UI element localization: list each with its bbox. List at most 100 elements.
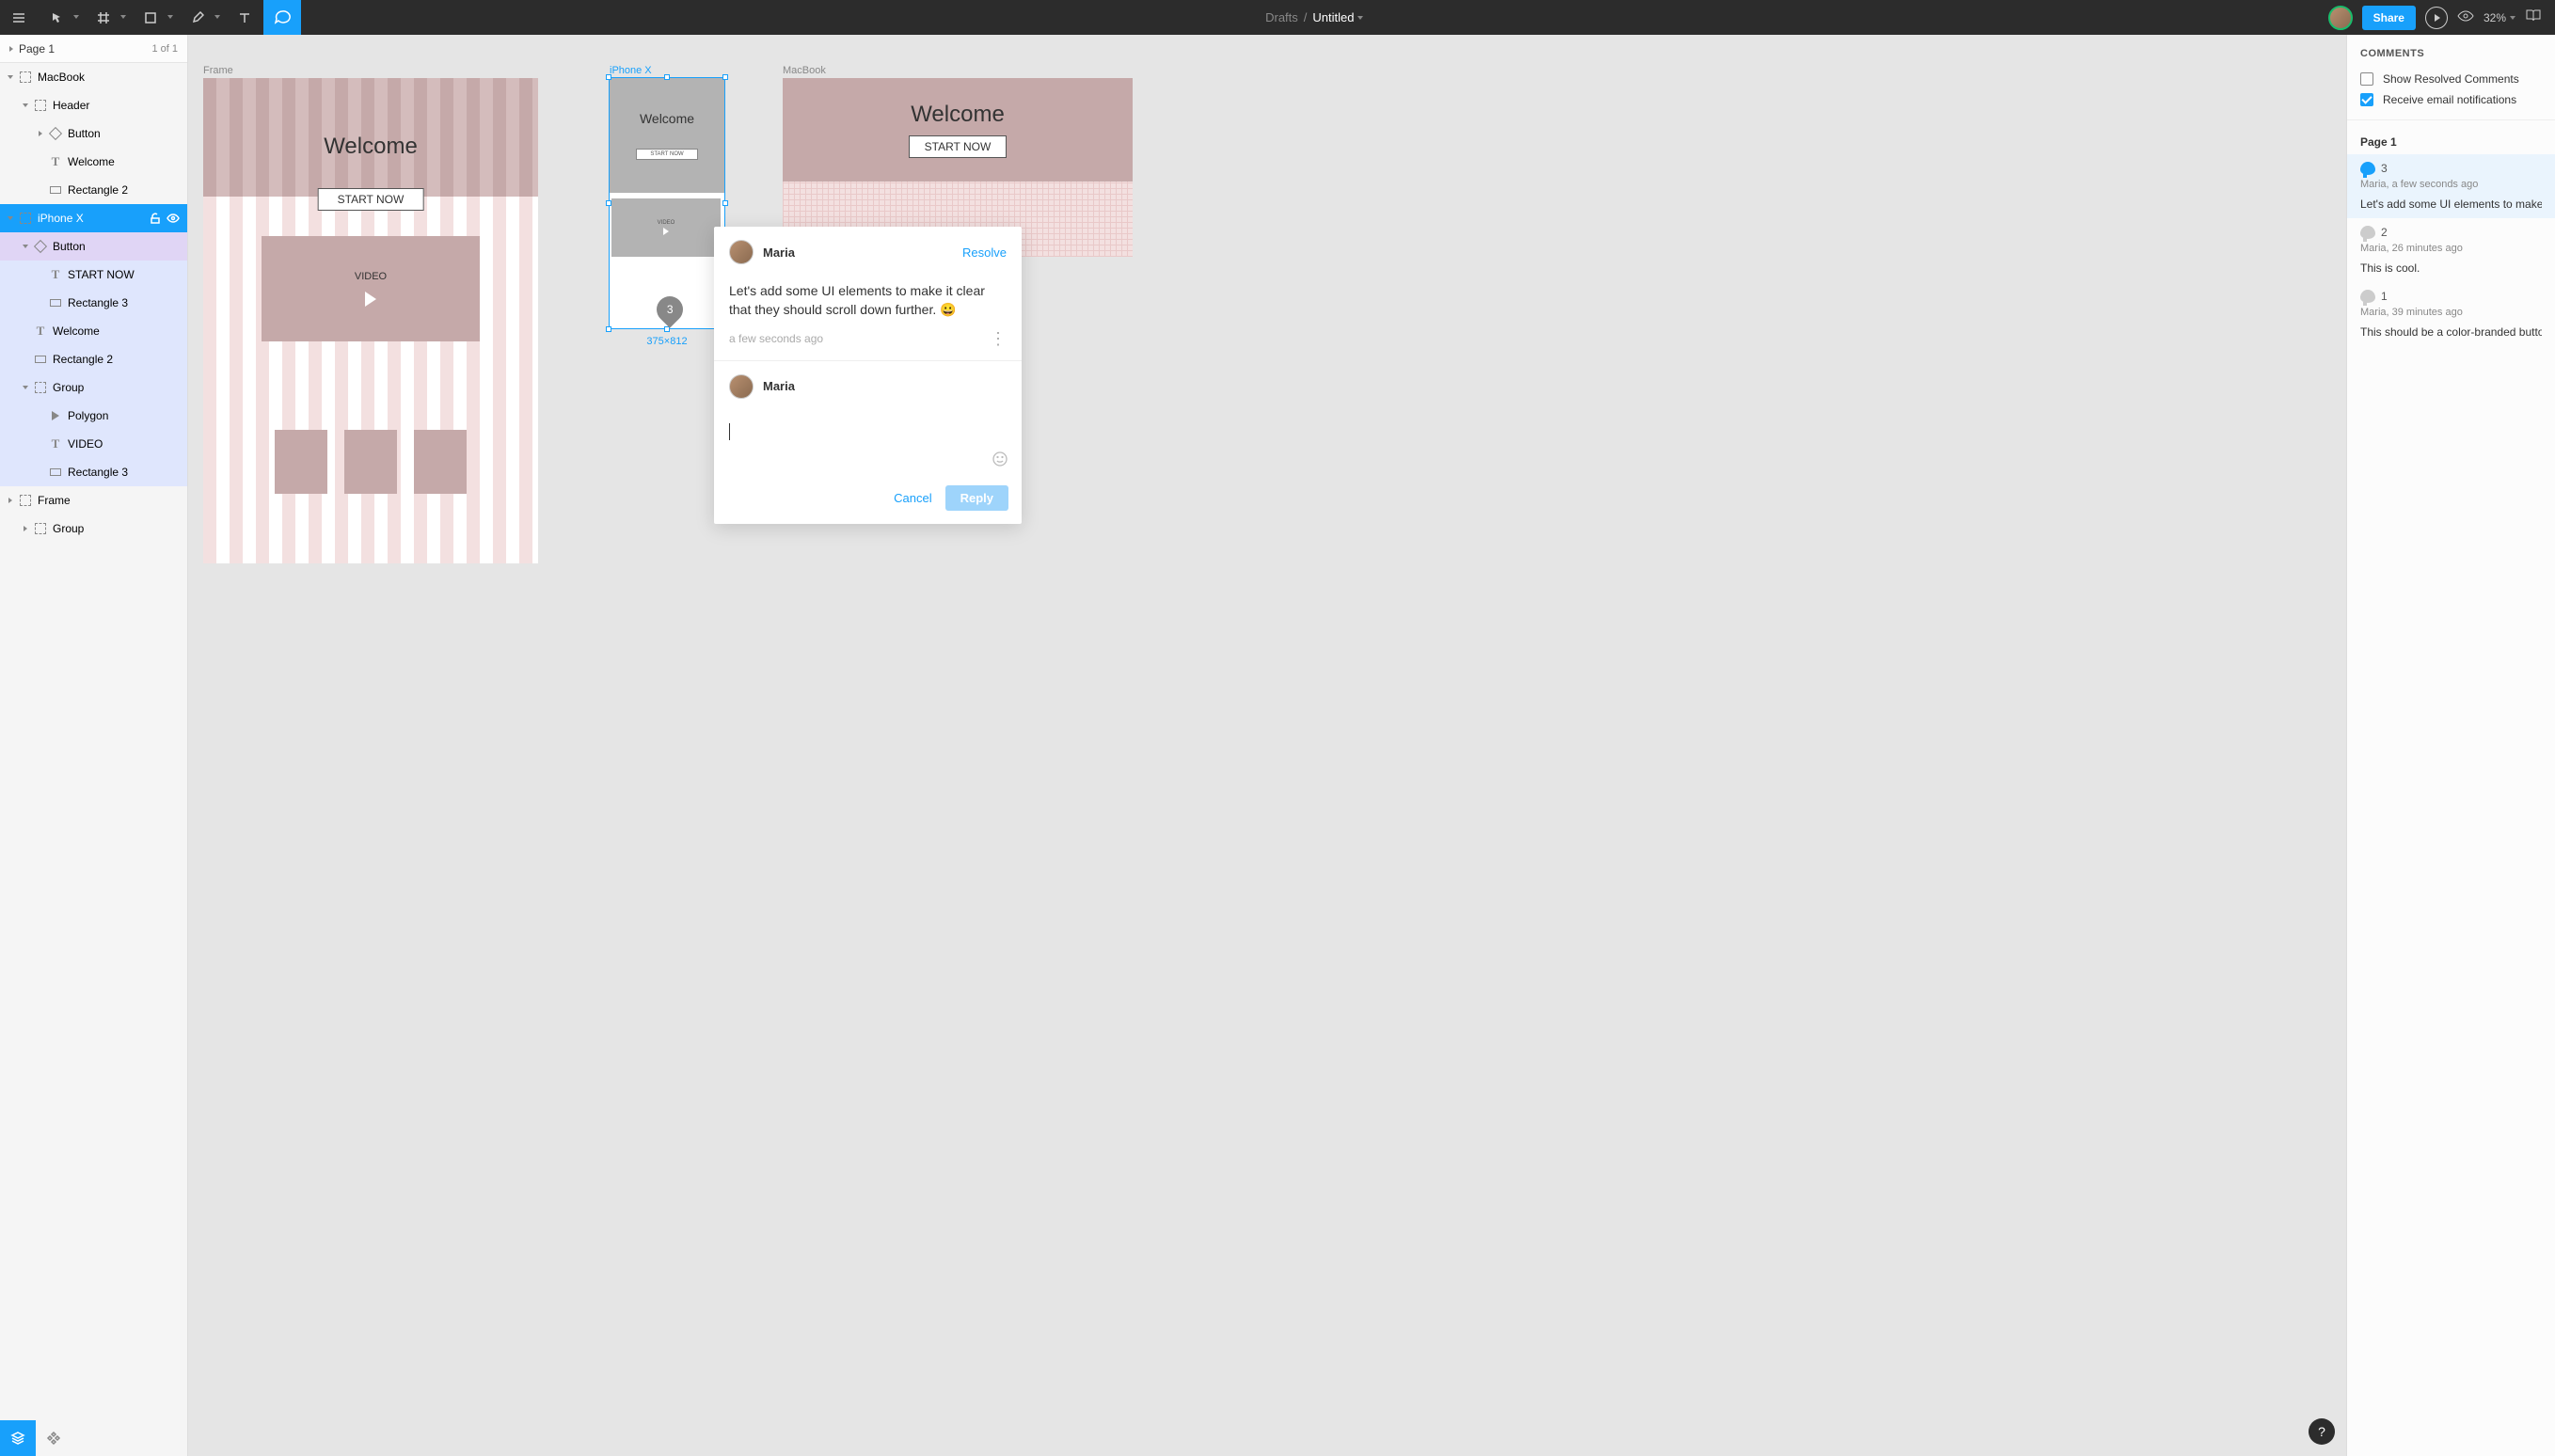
frame-label-macbook[interactable]: MacBook <box>783 65 826 76</box>
expand-toggle <box>36 411 45 420</box>
comment-list-item-2[interactable]: 2 Maria, 26 minutes ago This is cool. <box>2347 218 2555 282</box>
frame-icon <box>34 99 47 112</box>
rect-icon <box>34 353 47 366</box>
comment-tool-icon[interactable] <box>263 0 301 35</box>
comment-meta: Maria, 26 minutes ago <box>2360 243 2542 254</box>
layer-label: Group <box>53 522 84 535</box>
comment-preview: This is cool. <box>2360 261 2542 275</box>
hamburger-menu-icon[interactable] <box>0 0 38 35</box>
expand-toggle[interactable] <box>21 101 30 110</box>
frame-icon <box>34 522 47 535</box>
user-avatar[interactable] <box>2328 6 2353 30</box>
present-button-icon[interactable] <box>2425 7 2448 29</box>
frame-label-frame[interactable]: Frame <box>203 65 233 76</box>
layer-rect3b[interactable]: Rectangle 3 <box>0 458 187 486</box>
expand-toggle[interactable] <box>6 72 15 82</box>
layer-label: Frame <box>38 494 71 507</box>
expand-toggle[interactable] <box>6 214 15 223</box>
canvas[interactable]: Frame iPhone X MacBook Welcome START NOW… <box>188 35 2346 1456</box>
show-resolved-checkbox[interactable]: Show Resolved Comments <box>2347 69 2555 89</box>
reply-input[interactable] <box>729 423 1007 470</box>
title-chevron-icon <box>1357 16 1363 20</box>
layer-frame[interactable]: Frame <box>0 486 187 514</box>
layer-group1[interactable]: Group <box>0 373 187 402</box>
share-button[interactable]: Share <box>2362 6 2416 30</box>
emoji-picker-icon[interactable] <box>992 451 1008 470</box>
comment-list-item-1[interactable]: 1Maria, 39 minutes agoThis should be a c… <box>2347 282 2555 346</box>
layer-welcome1[interactable]: TWelcome <box>0 148 187 176</box>
comment-number: 1 <box>2381 290 2388 303</box>
zoom-level[interactable]: 32% <box>2484 11 2515 24</box>
frame1-welcome-text: Welcome <box>324 134 418 160</box>
pen-tool-icon[interactable] <box>179 0 226 35</box>
layer-startnow[interactable]: TSTART NOW <box>0 261 187 289</box>
top-toolbar: Drafts / Untitled Share 32% <box>0 0 2555 35</box>
email-notifications-checkbox[interactable]: Receive email notifications <box>2347 89 2555 110</box>
layers-tab-icon[interactable] <box>0 1420 36 1456</box>
expand-toggle <box>36 439 45 449</box>
macbook-start-button: START NOW <box>909 135 1008 158</box>
layer-label: Header <box>53 99 89 112</box>
page-selector[interactable]: Page 1 1 of 1 <box>0 35 187 63</box>
layer-label: Group <box>53 381 84 394</box>
comment-body: Let's add some UI elements to make it cl… <box>714 277 1022 329</box>
layer-rect2b[interactable]: Rectangle 2 <box>0 345 187 373</box>
left-panel-footer <box>0 1420 187 1456</box>
expand-toggle[interactable] <box>21 524 30 533</box>
layer-macbook[interactable]: MacBook <box>0 63 187 91</box>
layer-group2[interactable]: Group <box>0 514 187 543</box>
frame-icon <box>19 212 32 225</box>
layer-button1[interactable]: Button <box>0 119 187 148</box>
resolve-button[interactable]: Resolve <box>962 245 1007 260</box>
expand-toggle[interactable] <box>36 129 45 138</box>
frame-tool-icon[interactable] <box>85 0 132 35</box>
comment-more-icon[interactable]: ⋮ <box>990 329 1007 349</box>
expand-toggle[interactable] <box>21 242 30 251</box>
layer-welcome2[interactable]: TWelcome <box>0 317 187 345</box>
visibility-icon[interactable] <box>167 212 180 225</box>
frame-label-iphonex[interactable]: iPhone X <box>610 65 652 76</box>
assets-tab-icon[interactable] <box>36 1420 71 1456</box>
comment-bubble-icon <box>2360 162 2375 175</box>
artboard-frame[interactable]: Welcome START NOW VIDEO <box>203 78 538 563</box>
layer-label: Rectangle 2 <box>68 183 128 197</box>
artboard-iphonex[interactable]: Welcome START NOW VIDEO 375×812 <box>610 78 724 328</box>
library-icon[interactable] <box>2525 8 2542 27</box>
layer-label: MacBook <box>38 71 85 84</box>
page-name: Page 1 <box>19 42 55 55</box>
layer-rect2a[interactable]: Rectangle 2 <box>0 176 187 204</box>
shape-tool-icon[interactable] <box>132 0 179 35</box>
text-icon: T <box>49 437 62 451</box>
layer-header[interactable]: Header <box>0 91 187 119</box>
page-chevron-icon <box>9 46 13 52</box>
layer-rect3a[interactable]: Rectangle 3 <box>0 289 187 317</box>
text-icon: T <box>49 268 62 281</box>
layer-video[interactable]: TVIDEO <box>0 430 187 458</box>
layer-label: Rectangle 3 <box>68 466 128 479</box>
layer-button2[interactable]: Button <box>0 232 187 261</box>
move-tool-icon[interactable] <box>38 0 85 35</box>
layer-polygon[interactable]: Polygon <box>0 402 187 430</box>
view-settings-icon[interactable] <box>2457 8 2474 27</box>
cancel-button[interactable]: Cancel <box>894 491 931 505</box>
comment-bubble-icon <box>2360 290 2375 303</box>
layer-label: Welcome <box>53 324 100 338</box>
expand-toggle <box>36 185 45 195</box>
help-button[interactable]: ? <box>2309 1418 2335 1445</box>
comment-number: 2 <box>2381 226 2388 239</box>
thumb-1 <box>275 430 327 494</box>
breadcrumb-drafts[interactable]: Drafts <box>1265 10 1298 24</box>
comment-list-item-3[interactable]: 3Maria, a few seconds agoLet's add some … <box>2347 154 2555 218</box>
macbook-welcome-text: Welcome <box>911 102 1005 128</box>
expand-toggle[interactable] <box>6 496 15 505</box>
layer-iphonex[interactable]: iPhone X <box>0 204 187 232</box>
poly-icon <box>49 409 62 422</box>
expand-toggle[interactable] <box>21 383 30 392</box>
reply-button[interactable]: Reply <box>945 485 1008 511</box>
diamond-icon <box>34 240 47 253</box>
layer-tree: MacBookHeaderButtonTWelcomeRectangle 2iP… <box>0 63 187 1420</box>
layer-label: iPhone X <box>38 212 84 225</box>
text-tool-icon[interactable] <box>226 0 263 35</box>
document-title[interactable]: Untitled <box>1312 10 1363 24</box>
unlock-icon[interactable] <box>150 213 161 224</box>
